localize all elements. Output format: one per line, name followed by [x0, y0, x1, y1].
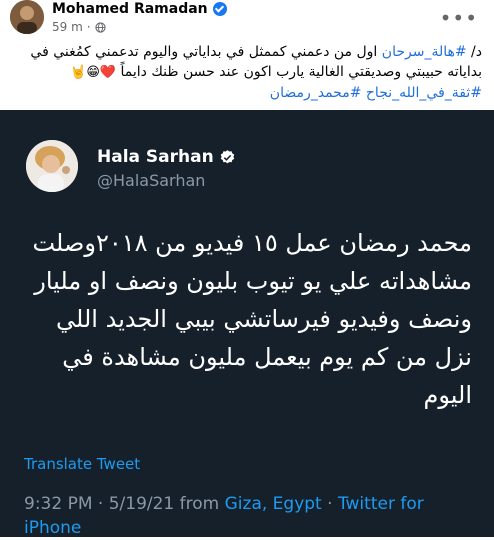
author-avatar[interactable] — [10, 0, 44, 34]
tweet-time[interactable]: 9:32 PM · 5/19/21 from — [24, 494, 225, 514]
translate-tweet-link[interactable]: Translate Tweet — [24, 455, 140, 473]
tweet-name-row: Hala Sarhan — [97, 147, 236, 167]
tweet-card: Hala Sarhan @HalaSarhan محمد رمضان عمل ١… — [0, 110, 494, 540]
verified-badge-icon — [212, 2, 227, 16]
tweet-author-name[interactable]: Hala Sarhan — [97, 147, 214, 167]
tweet-author-handle[interactable]: @HalaSarhan — [97, 171, 205, 190]
author-name[interactable]: Mohamed Ramadan — [52, 1, 208, 17]
post-caption: د/ #هالة_سرحان اول من دعمني كممثل في بدا… — [8, 42, 482, 103]
caption-hashtags[interactable]: #ثقة_في_الله_نجاح #محمد_رمضان — [270, 85, 482, 101]
more-options-icon[interactable]: ••• — [440, 6, 478, 30]
post-time[interactable]: 59 m — [52, 20, 83, 34]
verified-badge-icon — [220, 149, 234, 163]
tweet-location[interactable]: Giza, Egypt — [225, 494, 322, 514]
hashtag-hala-sarhan[interactable]: #هالة_سرحان — [382, 44, 467, 60]
caption-emojis: ❤️😁🤘 — [70, 65, 117, 80]
globe-icon — [94, 21, 106, 33]
tweet-author-avatar[interactable] — [26, 140, 78, 192]
tweet-meta: 9:32 PM · 5/19/21 from Giza, Egypt · Twi… — [24, 492, 464, 540]
post-meta: 59 m · — [52, 20, 106, 34]
caption-prefix: د/ — [466, 44, 482, 60]
meta-separator: · — [86, 20, 91, 34]
author-row: Mohamed Ramadan — [52, 1, 227, 17]
tweet-meta-separator: · — [321, 494, 338, 514]
tweet-text: محمد رمضان عمل ١٥ فيديو من ٢٠١٨وصلت مشاه… — [32, 229, 472, 409]
